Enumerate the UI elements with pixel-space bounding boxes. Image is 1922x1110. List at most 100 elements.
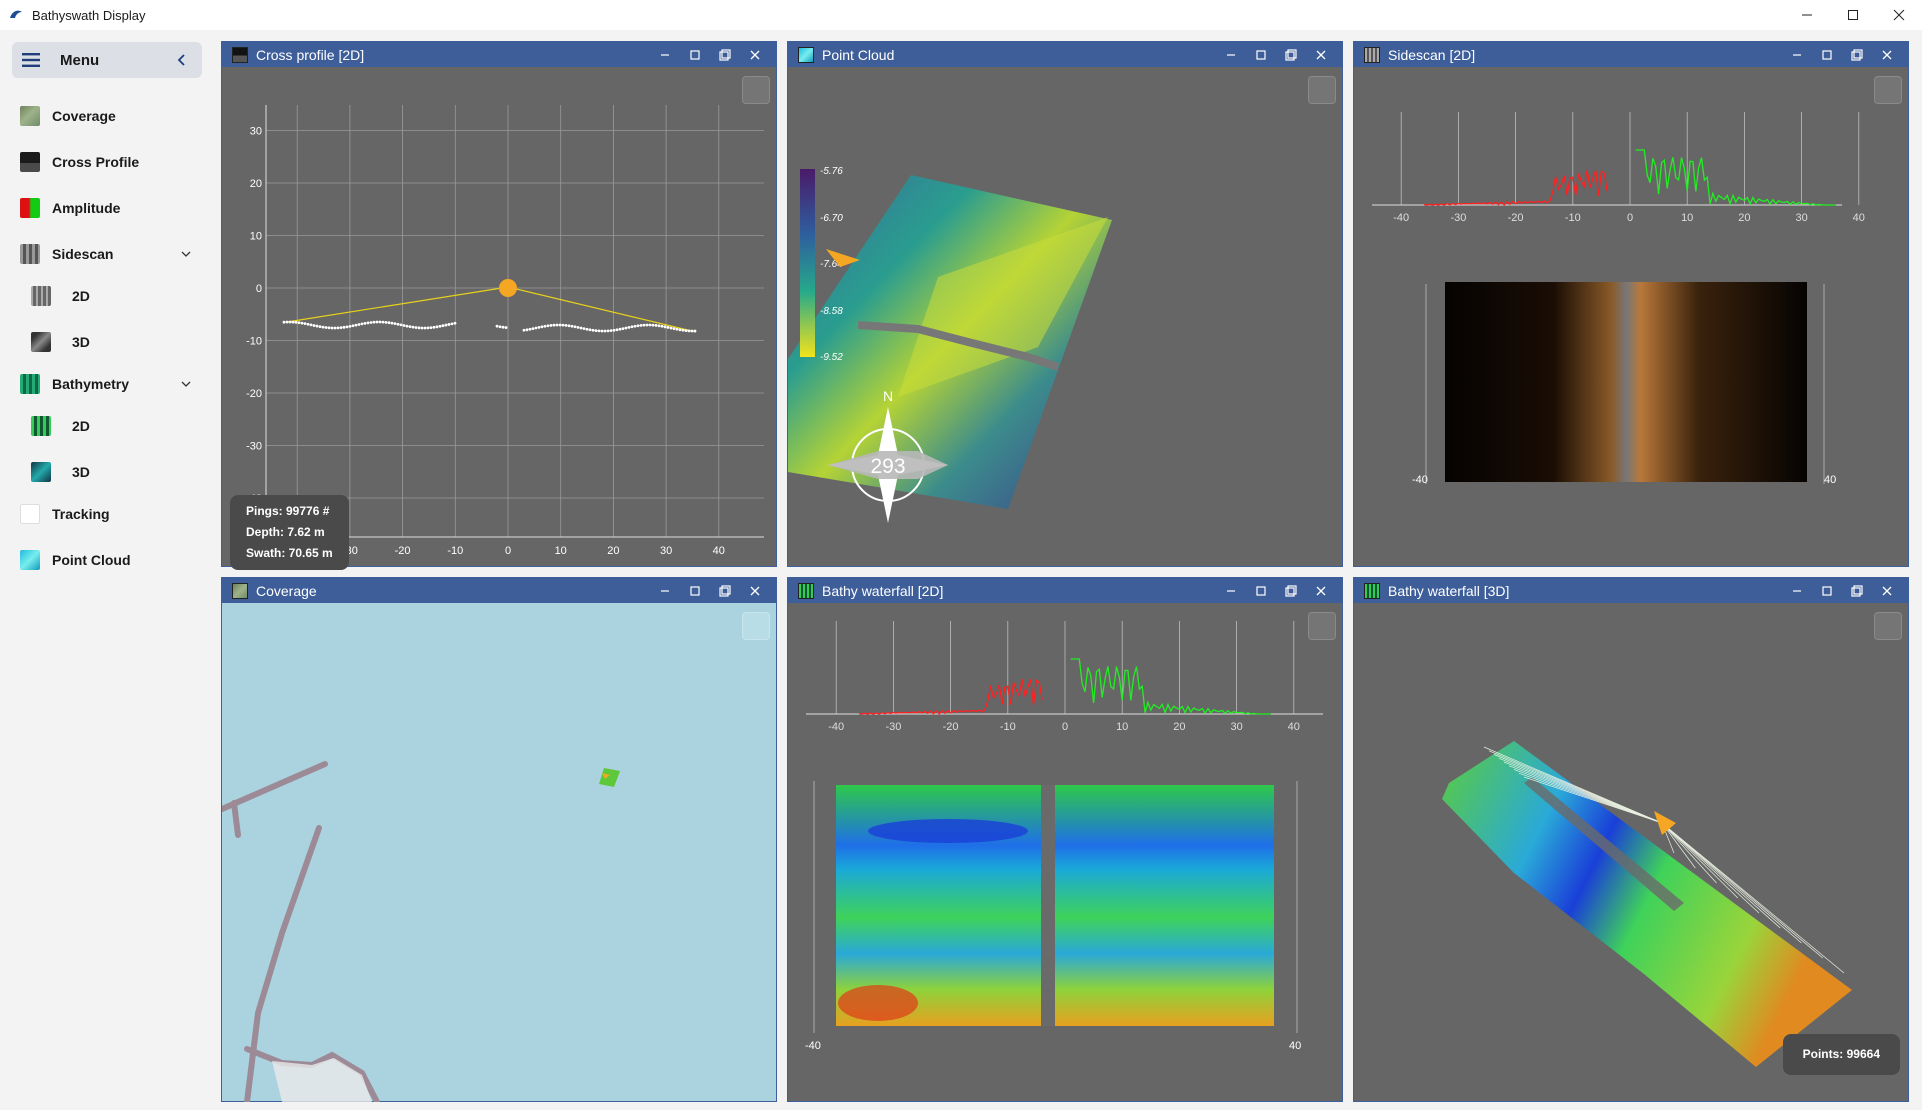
maximize-icon [1822, 585, 1832, 596]
panel-close-button[interactable] [1872, 42, 1902, 67]
panel-minimize-button[interactable] [1216, 578, 1246, 603]
sounding-point [552, 323, 556, 327]
sounding-point [501, 325, 505, 329]
sounding-point [561, 323, 565, 327]
panel-undock-button[interactable] [1842, 578, 1872, 603]
panel-close-button[interactable] [740, 42, 770, 67]
sidebar-item-bathymetry-3d[interactable]: 3D [0, 450, 210, 494]
panel-options-button[interactable] [742, 76, 770, 104]
maximize-icon [690, 585, 700, 596]
sidebar-item-coverage[interactable]: Coverage [0, 94, 210, 138]
sidebar-item-amplitude[interactable]: Amplitude [0, 186, 210, 230]
panel-maximize-button[interactable] [1246, 42, 1276, 67]
close-icon [1316, 50, 1326, 59]
panel-options-button[interactable] [742, 612, 770, 640]
y-tick-label: -20 [246, 388, 262, 400]
sidebar-item-bathymetry-2d[interactable]: 2D [0, 404, 210, 448]
panel-maximize-button[interactable] [680, 42, 710, 67]
cross-profile-plot[interactable]: 3020100-10-20-30-40 -40-30-20-1001020304… [222, 67, 776, 570]
menu-toggle[interactable]: Menu [12, 42, 202, 78]
panel-options-button[interactable] [1874, 612, 1902, 640]
sidebar-item-sidescan-2d[interactable]: 2D [0, 274, 210, 318]
chevron-down-icon[interactable] [180, 378, 192, 390]
chevron-left-icon[interactable] [174, 52, 190, 68]
point-cloud-panel-icon [798, 46, 814, 63]
sounding-point [432, 325, 436, 329]
panel-close-button[interactable] [1306, 578, 1336, 603]
sounding-point [399, 323, 403, 327]
waterfall-axis-min: -40 [1412, 474, 1428, 486]
x-tick-label: 10 [555, 545, 567, 557]
waterfall-axis-max: 40 [1289, 1040, 1301, 1052]
panel-minimize-button[interactable] [1782, 42, 1812, 67]
sidebar-item-tracking[interactable]: Tracking [0, 492, 210, 536]
sounding-point [687, 329, 691, 333]
sounding-point [636, 324, 640, 328]
panel-maximize-button[interactable] [680, 578, 710, 603]
bathy-2d-view[interactable]: -40 -30 -20 -10 0 10 20 30 40 -40 40 [788, 603, 1342, 1101]
sidebar-item-cross-profile[interactable]: Cross Profile [0, 140, 210, 184]
vessel-marker [499, 279, 517, 297]
sidebar-item-label: Amplitude [52, 200, 121, 216]
amplitude-grid [1372, 112, 1860, 206]
sounding-point [360, 322, 364, 326]
sounding-point [390, 321, 394, 325]
sidebar-item-sidescan[interactable]: Sidescan [0, 232, 210, 276]
panel-undock-button[interactable] [710, 42, 740, 67]
sounding-point [504, 326, 508, 329]
sounding-point [444, 323, 448, 327]
sidebar-item-label: Bathymetry [52, 376, 130, 392]
sounding-point [675, 327, 679, 331]
panel-options-button[interactable] [1308, 76, 1336, 104]
sounding-point [375, 320, 379, 324]
sounding-point [564, 323, 568, 327]
sounding-point [522, 328, 526, 332]
y-tick-label: 10 [250, 231, 262, 243]
bathy-3d-view[interactable]: Points: 99664 [1354, 603, 1908, 1101]
panel-undock-button[interactable] [1276, 578, 1306, 603]
panel-minimize-button[interactable] [1782, 578, 1812, 603]
cross-profile-chart: 3020100-10-20-30-40 -40-30-20-1001020304… [246, 105, 764, 557]
chevron-down-icon[interactable] [180, 248, 192, 260]
panel-minimize-button[interactable] [650, 42, 680, 67]
panel-maximize-button[interactable] [1812, 42, 1842, 67]
sidebar-item-label: 3D [72, 334, 90, 350]
coverage-map[interactable] [219, 603, 776, 1105]
sounding-point [300, 321, 304, 325]
sidebar-item-point-cloud[interactable]: Point Cloud [0, 538, 210, 582]
nadir-gap [1041, 785, 1055, 1026]
panel-header: Sidescan [2D] [1354, 42, 1908, 67]
sounding-point [396, 322, 400, 326]
panel-undock-button[interactable] [1276, 42, 1306, 67]
panel-minimize-button[interactable] [650, 578, 680, 603]
sidebar-item-bathymetry[interactable]: Bathymetry [0, 362, 210, 406]
panel-close-button[interactable] [740, 578, 770, 603]
panel-options-button[interactable] [1874, 76, 1902, 104]
sidebar: Menu Coverage Cross Profile Amplitude Si… [0, 30, 210, 1110]
panel-minimize-button[interactable] [1216, 42, 1246, 67]
panel-maximize-button[interactable] [1246, 578, 1276, 603]
maximize-icon [690, 49, 700, 60]
sidebar-item-sidescan-3d[interactable]: 3D [0, 320, 210, 364]
panel-close-button[interactable] [1872, 578, 1902, 603]
sounding-point [348, 324, 352, 328]
close-window-button[interactable] [1876, 0, 1922, 30]
panel-maximize-button[interactable] [1812, 578, 1842, 603]
sounding-point [606, 329, 610, 333]
sidebar-item-label: 3D [72, 464, 90, 480]
minimize-button[interactable] [1784, 0, 1830, 30]
maximize-button[interactable] [1830, 0, 1876, 30]
x-tick-label: 10 [1681, 212, 1693, 224]
panel-undock-button[interactable] [710, 578, 740, 603]
panel-close-button[interactable] [1306, 42, 1336, 67]
x-axis-ticks: -40 -30 -20 -10 0 10 20 30 40 [1393, 212, 1865, 224]
panel-title: Cross profile [2D] [256, 46, 365, 63]
point-cloud-view[interactable]: -5.76 -6.70 -7.64 -8.58 -9.52 N 293 [788, 67, 1342, 566]
y-tick-label: 20 [250, 178, 262, 190]
panel-options-button[interactable] [1308, 612, 1336, 640]
amplitude-thumbnail-icon [20, 198, 40, 218]
sidebar-item-label: Cross Profile [52, 154, 140, 170]
compass-heading: 293 [870, 455, 905, 478]
sidescan-view[interactable]: -40 -30 -20 -10 0 10 20 30 40 -40 40 [1354, 67, 1908, 566]
panel-undock-button[interactable] [1842, 42, 1872, 67]
